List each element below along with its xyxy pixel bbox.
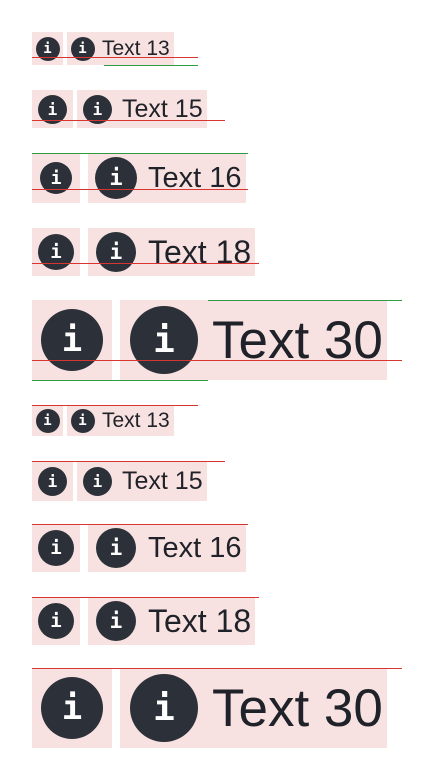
icon-box: i <box>32 32 63 65</box>
icon-box: i <box>88 524 144 572</box>
text-label: Text 13 <box>98 405 174 436</box>
icon-box: i <box>32 668 112 748</box>
text-label: Text 13 <box>98 32 174 65</box>
icon-box: i <box>32 597 80 645</box>
row-15-b: i i Text 15 <box>32 461 207 501</box>
info-icon: i <box>130 674 198 742</box>
icon-box: i <box>67 405 98 436</box>
icon-box: i <box>32 405 63 436</box>
icon-box: i <box>32 228 80 276</box>
text-label: Text 30 <box>208 300 387 380</box>
text-label: Text 30 <box>208 668 387 748</box>
icon-box: i <box>32 153 80 203</box>
info-icon: i <box>96 528 136 568</box>
icon-box: i <box>67 32 98 65</box>
text-label: Text 18 <box>144 597 256 645</box>
info-icon: i <box>35 408 60 433</box>
row-16-a: i i Text 16 <box>32 153 246 203</box>
icon-box: i <box>120 668 208 748</box>
text-label: Text 18 <box>144 228 256 276</box>
row-30-a: i i Text 30 <box>32 300 387 380</box>
text-label: Text 15 <box>118 461 207 501</box>
row-18-b: i i Text 18 <box>32 597 256 645</box>
info-icon: i <box>130 306 198 374</box>
row-13-b: i i Text 13 <box>32 405 174 436</box>
row-16-b: i i Text 16 <box>32 524 246 572</box>
icon-box: i <box>77 90 118 128</box>
info-icon: i <box>95 157 137 199</box>
info-icon: i <box>96 232 136 272</box>
info-icon: i <box>38 234 74 270</box>
icon-box: i <box>32 461 73 501</box>
icon-box: i <box>88 597 144 645</box>
info-icon: i <box>41 677 103 739</box>
row-30-b: i i Text 30 <box>32 668 387 748</box>
icon-box: i <box>88 153 144 203</box>
info-icon: i <box>41 309 103 371</box>
info-icon: i <box>96 601 136 641</box>
icon-box: i <box>77 461 118 501</box>
row-15-a: i i Text 15 <box>32 90 207 128</box>
info-icon: i <box>70 408 95 433</box>
icon-box: i <box>32 90 73 128</box>
text-label: Text 16 <box>144 153 246 203</box>
row-13-a: i i Text 13 <box>32 32 174 65</box>
text-label: Text 15 <box>118 90 207 128</box>
icon-box: i <box>88 228 144 276</box>
info-icon: i <box>38 603 74 639</box>
icon-box: i <box>32 300 112 380</box>
icon-box: i <box>32 524 80 572</box>
info-icon: i <box>38 530 74 566</box>
text-label: Text 16 <box>144 524 246 572</box>
row-18-a: i i Text 18 <box>32 228 256 276</box>
info-icon: i <box>38 466 67 496</box>
icon-box: i <box>120 300 208 380</box>
info-icon: i <box>83 466 112 496</box>
